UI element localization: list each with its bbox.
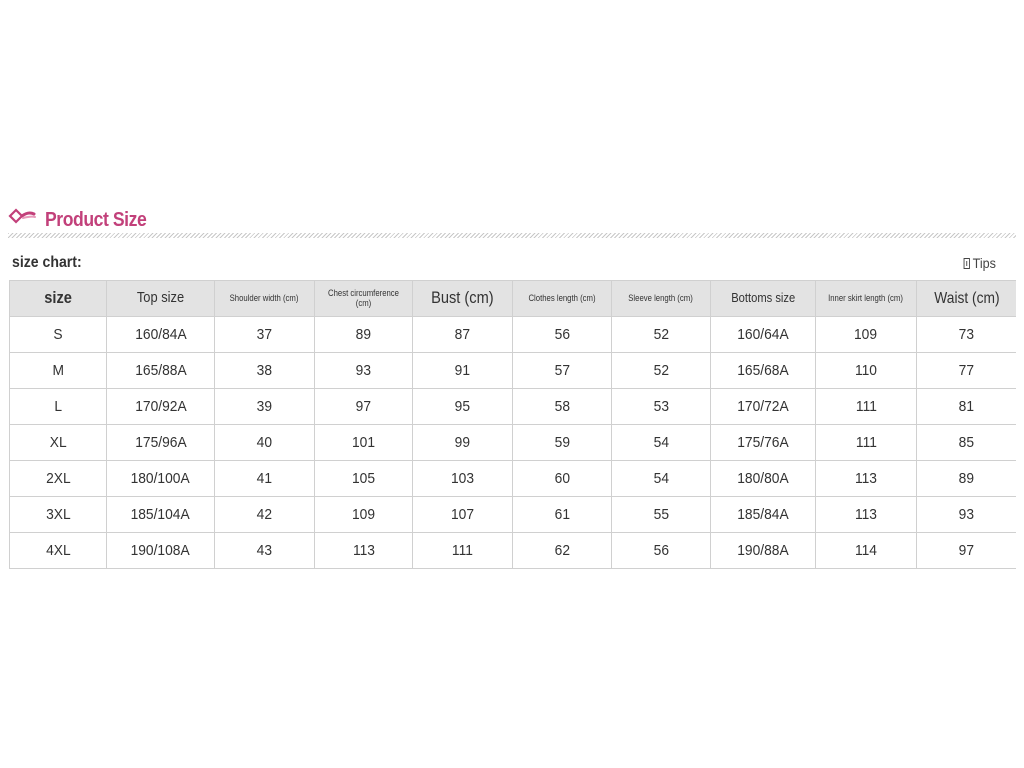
column-header: Chest circumference (cm) (314, 280, 413, 317)
table-cell: 185/84A (710, 496, 816, 533)
table-cell: 190/108A (106, 532, 215, 569)
table-cell: 170/92A (106, 388, 215, 425)
section-title: Product Size (45, 209, 147, 231)
table-cell: M (9, 352, 107, 389)
column-header: Shoulder width (cm) (214, 280, 315, 317)
table-cell: 95 (412, 388, 513, 425)
table-cell: 89 (916, 460, 1016, 497)
table-row: M 165/88A 38 93 91 57 52 165/68A 110 77 (9, 352, 1016, 389)
table-cell: 111 (815, 388, 917, 425)
table-cell: 59 (512, 424, 612, 461)
table-cell: 60 (512, 460, 612, 497)
table-cell: 99 (412, 424, 513, 461)
table-cell: 52 (611, 316, 711, 353)
table-cell: 56 (611, 532, 711, 569)
table-cell: 190/88A (710, 532, 816, 569)
section-header: Product Size (8, 206, 1016, 236)
table-cell: 109 (815, 316, 917, 353)
table-cell: 55 (611, 496, 711, 533)
table-cell: 101 (314, 424, 413, 461)
table-cell: 175/96A (106, 424, 215, 461)
table-cell: 97 (314, 388, 413, 425)
table-cell: 113 (815, 460, 917, 497)
table-row: 2XL 180/100A 41 105 103 60 54 180/80A 11… (9, 460, 1016, 497)
column-header: Waist (cm) (916, 280, 1016, 317)
column-header: Top size (106, 280, 215, 317)
table-row: 3XL 185/104A 42 109 107 61 55 185/84A 11… (9, 496, 1016, 533)
size-chart-label: size chart: (12, 254, 82, 271)
table-cell: 87 (412, 316, 513, 353)
table-cell: 107 (412, 496, 513, 533)
table-cell: 110 (815, 352, 917, 389)
table-cell: 93 (916, 496, 1016, 533)
table-cell: 57 (512, 352, 612, 389)
table-cell: 165/68A (710, 352, 816, 389)
table-row: 4XL 190/108A 43 113 111 62 56 190/88A 11… (9, 532, 1016, 569)
size-table: size Top size Shoulder width (cm) Chest … (9, 280, 1016, 569)
table-cell: 93 (314, 352, 413, 389)
table-cell: 37 (214, 316, 315, 353)
table-cell: 114 (815, 532, 917, 569)
table-cell: 3XL (9, 496, 107, 533)
table-cell: 40 (214, 424, 315, 461)
table-cell: 103 (412, 460, 513, 497)
info-icon (963, 258, 970, 269)
column-header: Sleeve length (cm) (611, 280, 711, 317)
table-cell: 62 (512, 532, 612, 569)
table-row: L 170/92A 39 97 95 58 53 170/72A 111 81 (9, 388, 1016, 425)
table-cell: 77 (916, 352, 1016, 389)
column-header: Clothes length (cm) (512, 280, 612, 317)
table-cell: 81 (916, 388, 1016, 425)
table-cell: 2XL (9, 460, 107, 497)
table-cell: 54 (611, 460, 711, 497)
table-cell: 4XL (9, 532, 107, 569)
table-cell: 38 (214, 352, 315, 389)
table-cell: 41 (214, 460, 315, 497)
table-cell: 180/80A (710, 460, 816, 497)
table-cell: 109 (314, 496, 413, 533)
table-cell: 39 (214, 388, 315, 425)
table-cell: 85 (916, 424, 1016, 461)
table-cell: 97 (916, 532, 1016, 569)
table-cell: 42 (214, 496, 315, 533)
column-header: Inner skirt length (cm) (815, 280, 917, 317)
table-cell: 170/72A (710, 388, 816, 425)
table-row: XL 175/96A 40 101 99 59 54 175/76A 111 8… (9, 424, 1016, 461)
table-cell: 160/84A (106, 316, 215, 353)
table-cell: 52 (611, 352, 711, 389)
tips-label: Tips (972, 255, 996, 271)
table-cell: 61 (512, 496, 612, 533)
column-header: size (9, 280, 107, 317)
table-header-row: size Top size Shoulder width (cm) Chest … (9, 280, 1016, 317)
table-cell: 43 (214, 532, 315, 569)
table-cell: 113 (314, 532, 413, 569)
table-cell: 111 (412, 532, 513, 569)
column-header: Bust (cm) (412, 280, 513, 317)
table-cell: 175/76A (710, 424, 816, 461)
section-divider (8, 233, 1016, 238)
table-cell: L (9, 388, 107, 425)
diamond-arrow-icon (8, 208, 36, 224)
tips-link[interactable]: Tips (963, 255, 996, 271)
table-row: S 160/84A 37 89 87 56 52 160/64A 109 73 (9, 316, 1016, 353)
table-cell: 89 (314, 316, 413, 353)
table-cell: 54 (611, 424, 711, 461)
size-table-container: size Top size Shoulder width (cm) Chest … (9, 280, 1016, 569)
table-cell: 111 (815, 424, 917, 461)
table-cell: 160/64A (710, 316, 816, 353)
table-cell: 165/88A (106, 352, 215, 389)
table-cell: 113 (815, 496, 917, 533)
table-cell: 53 (611, 388, 711, 425)
table-cell: S (9, 316, 107, 353)
table-cell: 91 (412, 352, 513, 389)
table-cell: 185/104A (106, 496, 215, 533)
table-cell: 56 (512, 316, 612, 353)
table-cell: XL (9, 424, 107, 461)
table-cell: 105 (314, 460, 413, 497)
table-cell: 58 (512, 388, 612, 425)
table-cell: 73 (916, 316, 1016, 353)
table-cell: 180/100A (106, 460, 215, 497)
column-header: Bottoms size (710, 280, 816, 317)
